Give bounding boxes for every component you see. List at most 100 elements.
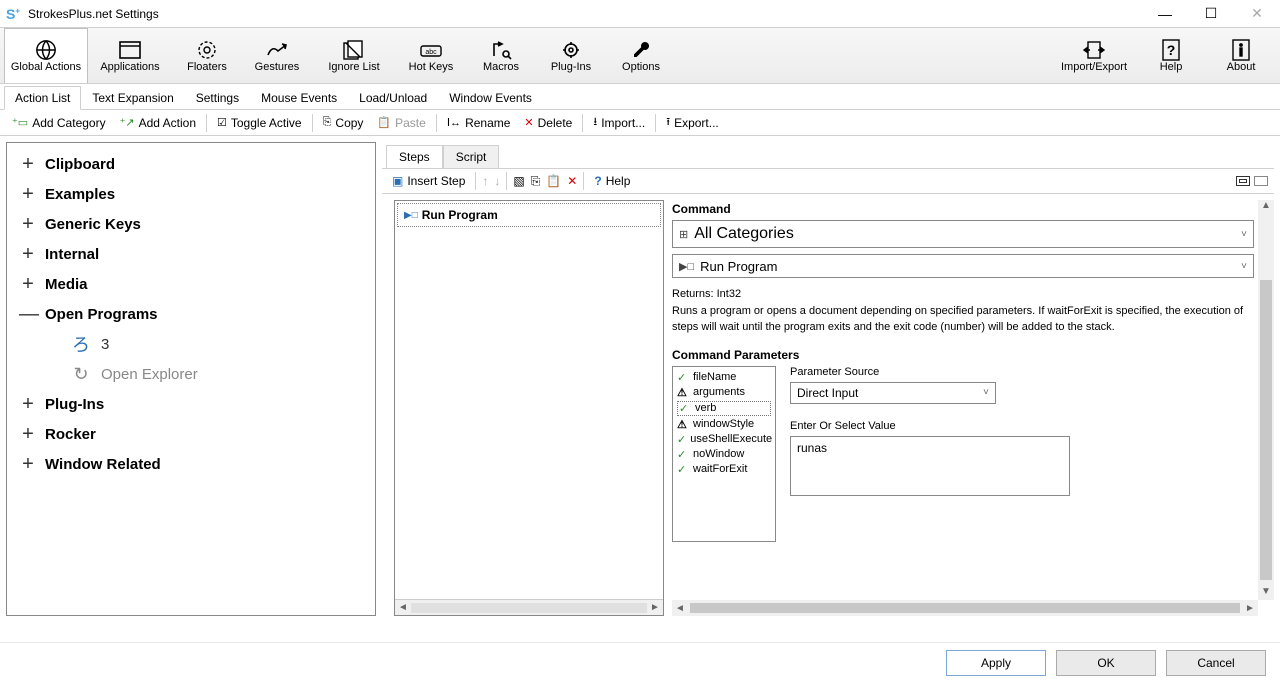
toolbar-help[interactable]: ?Help xyxy=(1136,28,1206,83)
tree-category-internal[interactable]: +Internal xyxy=(11,239,371,269)
action-add-category[interactable]: ⁺▭Add Category xyxy=(6,114,112,132)
expand-icon[interactable]: + xyxy=(11,213,45,236)
copy-step-icon[interactable]: ⎘ xyxy=(531,174,541,189)
toolbar-floaters[interactable]: Floaters xyxy=(172,28,242,83)
ignore-icon xyxy=(343,39,365,61)
action-copy[interactable]: ⎘Copy xyxy=(317,114,370,132)
expand-icon[interactable]: + xyxy=(11,273,45,296)
toolbar-plug-ins[interactable]: Plug-Ins xyxy=(536,28,606,83)
restore-pane-icon[interactable] xyxy=(1236,176,1250,186)
move-up-icon[interactable]: ↑ xyxy=(482,174,488,188)
content-area: +Clipboard+Examples+Generic Keys+Interna… xyxy=(0,136,1280,622)
apply-button[interactable]: Apply xyxy=(946,650,1046,676)
toolbar-gestures[interactable]: Gestures xyxy=(242,28,312,83)
toolbar-ignore-list[interactable]: Ignore List xyxy=(312,28,396,83)
action-import-[interactable]: ⭳Import... xyxy=(587,111,651,134)
expand-icon[interactable]: + xyxy=(11,453,45,476)
steps-tabs: StepsScript xyxy=(382,142,1274,168)
toolbar-global-actions[interactable]: Global Actions xyxy=(4,28,88,83)
returns-text: Returns: Int32 xyxy=(672,288,1254,300)
param-nowindow[interactable]: ✓noWindow xyxy=(677,448,771,461)
subtab-action-list[interactable]: Action List xyxy=(4,86,81,110)
toolbar-hot-keys[interactable]: abcHot Keys xyxy=(396,28,466,83)
param-source-combo[interactable]: Direct Input ˅ xyxy=(790,382,996,404)
command-section-label: Command xyxy=(672,202,1254,216)
param-verb[interactable]: ✓verb xyxy=(677,401,771,416)
help-button[interactable]: ? Help xyxy=(590,172,634,190)
detail-hscroll[interactable]: ◄► xyxy=(672,600,1258,616)
steps-hscroll[interactable]: ◄► xyxy=(395,599,663,615)
main-toolbar: Global ActionsApplicationsFloatersGestur… xyxy=(0,28,1280,84)
expand-icon[interactable]: + xyxy=(11,393,45,416)
expand-icon[interactable]: + xyxy=(11,243,45,266)
category-value: All Categories xyxy=(694,225,1241,243)
param-config: Parameter Source Direct Input ˅ Enter Or… xyxy=(790,366,1254,542)
subtab-window-events[interactable]: Window Events xyxy=(438,86,543,110)
param-filename[interactable]: ✓fileName xyxy=(677,371,771,384)
toolbar-options[interactable]: Options xyxy=(606,28,676,83)
param-waitforexit[interactable]: ✓waitForExit xyxy=(677,463,771,476)
ok-button[interactable]: OK xyxy=(1056,650,1156,676)
steps-tab-steps[interactable]: Steps xyxy=(386,145,443,168)
category-combo[interactable]: ⊞ All Categories ˅ xyxy=(672,220,1254,248)
expand-icon[interactable]: + xyxy=(11,153,45,176)
toolbar-applications[interactable]: Applications xyxy=(88,28,172,83)
expand-icon[interactable]: + xyxy=(11,183,45,206)
toolbar-import-export[interactable]: Import/Export xyxy=(1052,28,1136,83)
window-controls: — ☐ ✕ xyxy=(1142,0,1280,28)
subtab-text-expansion[interactable]: Text Expansion xyxy=(81,86,184,110)
toolbar-about[interactable]: About xyxy=(1206,28,1276,83)
gesture-icon: ろ xyxy=(71,331,91,357)
tree-category-media[interactable]: +Media xyxy=(11,269,371,299)
action-export-[interactable]: ⭱Export... xyxy=(660,111,725,134)
tree-category-examples[interactable]: +Examples xyxy=(11,179,371,209)
minimize-button[interactable]: — xyxy=(1142,0,1188,28)
globe-icon xyxy=(35,39,57,61)
cancel-button[interactable]: Cancel xyxy=(1166,650,1266,676)
delete-step-icon[interactable]: ✕ xyxy=(567,174,577,189)
collapse-icon[interactable]: — xyxy=(11,303,45,326)
tree-category-rocker[interactable]: +Rocker xyxy=(11,419,371,449)
svg-text:?: ? xyxy=(1167,42,1176,58)
param-windowstyle[interactable]: ⚠windowStyle xyxy=(677,418,771,431)
run-icon: ▶□ xyxy=(679,260,694,273)
action-delete[interactable]: ✕Delete xyxy=(518,114,578,132)
detail-vscroll[interactable]: ▲▼ xyxy=(1258,200,1274,600)
move-down-icon[interactable]: ↓ xyxy=(494,174,500,188)
right-area: StepsScript ▣ Insert Step ↑ ↓ ▧ ⎘ 📋 ✕ ? … xyxy=(382,142,1274,616)
action-toggle-active[interactable]: ☑Toggle Active xyxy=(211,114,308,132)
step-row[interactable]: ▶□ Run Program xyxy=(397,203,661,227)
tree-category-window-related[interactable]: +Window Related xyxy=(11,449,371,479)
toolbar-macros[interactable]: Macros xyxy=(466,28,536,83)
value-input[interactable] xyxy=(790,436,1070,496)
toggle-icon: ☑ xyxy=(217,116,227,129)
action-rename[interactable]: Ⅰ↔Rename xyxy=(441,114,517,132)
maximize-button[interactable]: ☐ xyxy=(1188,0,1234,28)
param-useshellexecute[interactable]: ✓useShellExecute xyxy=(677,433,771,446)
tree-category-clipboard[interactable]: +Clipboard xyxy=(11,149,371,179)
action-add-action[interactable]: ⁺↗Add Action xyxy=(114,114,202,132)
svg-text:abc: abc xyxy=(425,49,437,56)
tree-category-generic-keys[interactable]: +Generic Keys xyxy=(11,209,371,239)
param-arguments[interactable]: ⚠arguments xyxy=(677,386,771,399)
tree-category-plug-ins[interactable]: +Plug-Ins xyxy=(11,389,371,419)
close-button[interactable]: ✕ xyxy=(1234,0,1280,28)
expand-icon[interactable]: + xyxy=(11,423,45,446)
tree-category-open-programs[interactable]: —Open Programs xyxy=(11,299,371,329)
paste-step-icon[interactable]: 📋 xyxy=(546,174,561,189)
explorer-icon: ↻ xyxy=(71,364,91,385)
subtab-settings[interactable]: Settings xyxy=(185,86,250,110)
edit-step-icon[interactable]: ▧ xyxy=(513,174,524,189)
hotkey-icon: abc xyxy=(420,39,442,61)
insert-step-button[interactable]: ▣ Insert Step xyxy=(388,172,469,190)
command-combo[interactable]: ▶□ Run Program ˅ xyxy=(672,254,1254,278)
insert-step-label: Insert Step xyxy=(407,174,465,188)
subtab-mouse-events[interactable]: Mouse Events xyxy=(250,86,348,110)
steps-tab-script[interactable]: Script xyxy=(443,145,500,168)
subtab-load-unload[interactable]: Load/Unload xyxy=(348,86,438,110)
tree-action-open-explorer[interactable]: ↻Open Explorer xyxy=(11,359,371,389)
tree-action--[interactable]: ろ3 xyxy=(11,329,371,359)
help-label: Help xyxy=(606,174,631,188)
paste-icon: 📋 xyxy=(377,116,391,129)
maximize-pane-icon[interactable] xyxy=(1254,176,1268,186)
